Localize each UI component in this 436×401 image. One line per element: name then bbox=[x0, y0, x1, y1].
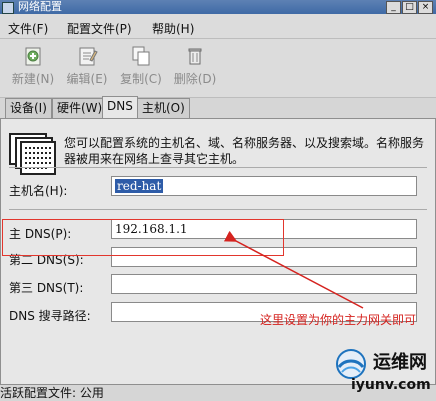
tab-hosts[interactable]: 主机(O) bbox=[137, 98, 190, 118]
annotation-highlight-box bbox=[2, 219, 284, 256]
edit-icon bbox=[79, 47, 98, 66]
trash-icon bbox=[188, 48, 202, 65]
edit-label: 编辑(E) bbox=[66, 72, 108, 86]
tertiary-dns-field[interactable] bbox=[111, 274, 417, 294]
tertiary-dns-label: 第三 DNS(T): bbox=[9, 281, 84, 295]
watermark-logo: 运维网 iyunv.com bbox=[327, 344, 431, 400]
separator bbox=[9, 167, 427, 168]
watermark-brand: 运维网 bbox=[373, 352, 427, 373]
intro-text: 您可以配置系统的主机名、域、名称服务器、以及搜索域。名称服务器被用来在网络上查寻… bbox=[64, 136, 425, 166]
copy-label: 复制(C) bbox=[120, 72, 162, 86]
tab-devices[interactable]: 设备(I) bbox=[5, 98, 52, 118]
network-config-icon bbox=[9, 133, 56, 175]
minimize-button[interactable]: _ bbox=[386, 1, 401, 14]
menu-profile[interactable]: 配置文件(P) bbox=[67, 20, 132, 37]
window-icon bbox=[2, 2, 14, 14]
hostname-field[interactable]: red-hat bbox=[111, 176, 417, 196]
separator bbox=[9, 209, 427, 210]
close-button[interactable]: × bbox=[418, 1, 433, 14]
maximize-button[interactable]: □ bbox=[402, 1, 417, 14]
title-bar: 网络配置 _ □ × bbox=[0, 0, 436, 14]
menu-help[interactable]: 帮助(H) bbox=[152, 20, 194, 37]
copy-button[interactable]: 复制(C) bbox=[116, 45, 166, 87]
delete-label: 删除(D) bbox=[173, 72, 217, 86]
dns-search-path-label: DNS 搜寻路径: bbox=[9, 309, 91, 323]
hostname-label: 主机名(H): bbox=[9, 184, 68, 198]
menu-bar: 文件(F) 配置文件(P) 帮助(H) bbox=[0, 14, 436, 38]
tab-hardware[interactable]: 硬件(W) bbox=[52, 98, 108, 118]
tab-dns[interactable]: DNS bbox=[102, 96, 138, 120]
new-icon bbox=[25, 47, 41, 66]
window-title: 网络配置 bbox=[18, 0, 62, 13]
tab-bar: 设备(I) 硬件(W) DNS 主机(O) bbox=[0, 96, 436, 120]
menu-file[interactable]: 文件(F) bbox=[8, 20, 48, 37]
toolbar: 新建(N) 编辑(E) 复制(C) 删除(D) bbox=[0, 38, 436, 98]
new-label: 新建(N) bbox=[11, 72, 55, 86]
copy-icon bbox=[132, 46, 150, 66]
delete-button[interactable]: 删除(D) bbox=[170, 45, 220, 87]
edit-button[interactable]: 编辑(E) bbox=[62, 45, 112, 87]
hostname-value: red-hat bbox=[115, 179, 164, 193]
new-button[interactable]: 新建(N) bbox=[8, 45, 58, 87]
watermark-site: iyunv.com bbox=[351, 377, 431, 393]
annotation-note: 这里设置为你的主力网关即可 bbox=[260, 313, 417, 327]
